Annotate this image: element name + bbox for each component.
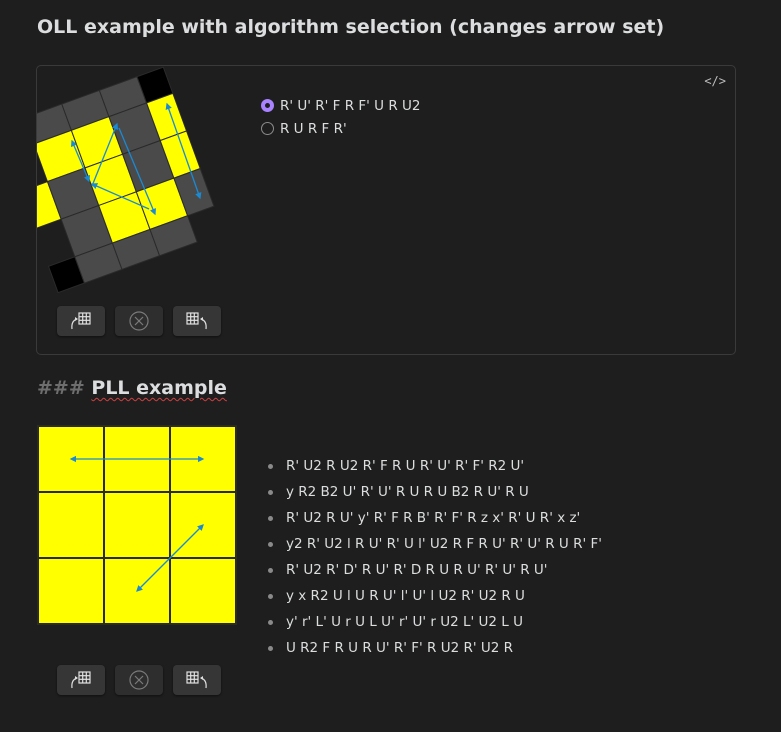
pll-algorithm: y' r' L' U r U L U' r' U' r U2 L' U2 L U: [286, 614, 523, 630]
algorithm-option-2[interactable]: R U R F R': [261, 117, 420, 140]
rotate-left-icon: [71, 312, 91, 330]
pll-controls: [57, 665, 221, 695]
oll-cube-diagram: [37, 66, 215, 294]
pll-algorithm: y R2 B2 U' R' U' R U R U B2 R U' R U: [286, 484, 529, 500]
radio-unselected[interactable]: [261, 122, 274, 135]
list-item: R' U2 R U' y' R' F R B' R' F' R z x' R' …: [268, 505, 602, 531]
rotate-right-icon: [186, 312, 207, 330]
oll-title: OLL example with algorithm selection (ch…: [37, 16, 665, 38]
rotate-left-button[interactable]: [57, 665, 105, 695]
pll-algorithm: y x R2 U l U R U' l' U' l U2 R' U2 R U: [286, 588, 525, 604]
algorithm-label: R' U' R' F R F' U R U2: [280, 97, 421, 114]
pll-algorithm: y2 R' U2 l R U' R' U l' U2 R F R U' R' U…: [286, 536, 602, 552]
algorithm-selector: R' U' R' F R F' U R U2 R U R F R': [261, 94, 420, 140]
rotate-left-icon: [71, 671, 91, 689]
pll-cube-diagram: [37, 425, 237, 625]
pll-algorithm: R' U2 R' D' R U' R' D R U R U' R' U' R U…: [286, 562, 548, 578]
pll-algorithm: R' U2 R U2 R' F R U R' U' R' F' R2 U': [286, 458, 525, 474]
list-item: y' r' L' U r U L U' r' U' r U2 L' U2 L U: [268, 609, 602, 635]
radio-selected[interactable]: [261, 99, 274, 112]
rotate-right-button[interactable]: [173, 665, 221, 695]
pll-algorithm: R' U2 R U' y' R' F R B' R' F' R z x' R' …: [286, 510, 581, 526]
reset-icon: [129, 670, 149, 690]
list-item: y2 R' U2 l R U' R' U l' U2 R F R U' R' U…: [268, 531, 602, 557]
list-item: y x R2 U l U R U' l' U' l U2 R' U2 R U: [268, 583, 602, 609]
code-view-icon[interactable]: </>: [704, 74, 726, 88]
pll-heading: ### PLL example: [37, 377, 227, 399]
pll-algorithm-list: R' U2 R U2 R' F R U R' U' R' F' R2 U' y …: [268, 453, 602, 661]
rotate-right-button[interactable]: [173, 306, 221, 336]
oll-controls: [57, 306, 221, 336]
oll-card: </> R' U' R' F R F' U R U2 R U R F R': [36, 65, 736, 355]
rotate-right-icon: [186, 671, 207, 689]
heading-marker: ###: [37, 377, 85, 399]
reset-button[interactable]: [115, 665, 163, 695]
list-item: R' U2 R U2 R' F R U R' U' R' F' R2 U': [268, 453, 602, 479]
pll-heading-text: PLL example: [91, 377, 227, 399]
pll-algorithm: U R2 F R U R U' R' F' R U2 R' U2 R: [286, 640, 513, 656]
list-item: y R2 B2 U' R' U' R U R U B2 R U' R U: [268, 479, 602, 505]
algorithm-option-1[interactable]: R' U' R' F R F' U R U2: [261, 94, 420, 117]
rotate-left-button[interactable]: [57, 306, 105, 336]
list-item: R' U2 R' D' R U' R' D R U R U' R' U' R U…: [268, 557, 602, 583]
algorithm-label: R U R F R': [280, 120, 347, 137]
reset-button[interactable]: [115, 306, 163, 336]
reset-icon: [129, 311, 149, 331]
list-item: U R2 F R U R U' R' F' R U2 R' U2 R: [268, 635, 602, 661]
